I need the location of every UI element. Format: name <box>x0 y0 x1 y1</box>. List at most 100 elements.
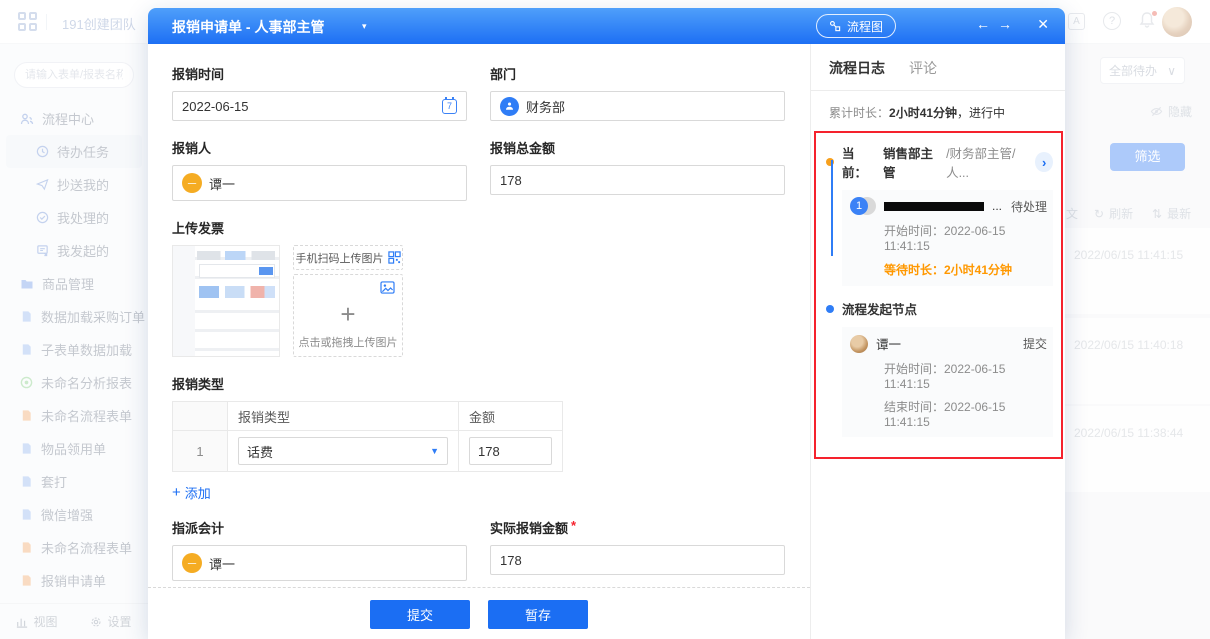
tab-process-log[interactable]: 流程日志 <box>829 58 885 78</box>
start-node-dot <box>826 305 834 313</box>
dropdown-caret-icon: ▼ <box>430 446 439 456</box>
field-label: 报销总金额 <box>490 138 785 157</box>
expense-time-value: 2022-06-15 <box>182 99 249 114</box>
modal-title: 报销申请单 - 人事部主管 <box>172 17 324 37</box>
assignee-avatar-stack: 1 <box>850 197 876 215</box>
applicant-chip: 一 谭一 <box>182 173 235 193</box>
current-role: 销售部主管 <box>883 143 938 181</box>
form-divider <box>148 587 810 588</box>
process-log-panel: 流程日志 评论 累计时长：2小时41分钟，进行中 当前：销售部主管/财务部主管/… <box>810 44 1065 639</box>
index-header <box>173 402 228 430</box>
redacted-ellipsis: ... <box>992 199 1002 213</box>
amount-cell: 178 <box>459 431 562 471</box>
modal-header: 报销申请单 - 人事部主管 ▾ 流程图 ←→ ✕ <box>148 8 1065 44</box>
upload-dropzone[interactable]: + 点击或拖拽上传图片 <box>293 274 403 357</box>
highlighted-log-section: 当前：销售部主管/财务部主管/人... › 1 ... 待处理 开始时间：202… <box>814 131 1063 459</box>
type-header: 报销类型 <box>228 402 459 430</box>
field-accountant: 指派会计 一 谭一 <box>172 518 467 581</box>
expense-type-select[interactable]: 话费 ▼ <box>238 437 448 465</box>
field-actual-amount: 实际报销金额 * 178 <box>490 518 785 581</box>
field-label: 实际报销金额 * <box>490 518 785 537</box>
field-applicant: 报销人 一 谭一 <box>172 138 467 201</box>
log-entry-current: 1 ... 待处理 开始时间：2022-06-15 11:41:15 等待时长：… <box>842 190 1053 286</box>
add-row-button[interactable]: + 添加 <box>172 483 242 502</box>
qr-code-icon <box>388 251 401 264</box>
next-arrow-icon[interactable]: → <box>998 16 1020 32</box>
field-upload-invoice: 上传发票 手机扫码上传图片 + 点击或拖拽上传图片 <box>172 218 785 357</box>
field-label: 指派会计 <box>172 518 467 537</box>
expense-type-table: 报销类型 金额 1 话费 ▼ <box>172 401 563 472</box>
field-department: 部门 财务部 <box>490 64 785 121</box>
field-label: 报销人 <box>172 138 467 157</box>
thumbnail-detail <box>199 264 275 278</box>
flowchart-icon <box>829 20 841 32</box>
applicant-input[interactable]: 一 谭一 <box>172 165 467 201</box>
applicant-avatar: 一 <box>182 173 202 193</box>
current-node-title: 当前：销售部主管/财务部主管/人... › <box>826 143 1053 181</box>
status-pending: 待处理 <box>1011 198 1047 215</box>
row-index: 1 <box>173 431 228 471</box>
modal-body: 报销时间 2022-06-15 7 部门 财务部 <box>148 44 1065 639</box>
amount-header: 金额 <box>459 402 562 430</box>
end-time: 结束时间：2022-06-15 11:41:15 <box>884 398 1047 429</box>
start-time: 开始时间：2022-06-15 11:41:15 <box>884 360 1047 391</box>
image-icon[interactable] <box>380 281 395 299</box>
flowchart-label: 流程图 <box>847 18 883 35</box>
tab-comments[interactable]: 评论 <box>909 58 937 78</box>
department-chip: 财务部 <box>500 97 565 116</box>
current-role-rest: /财务部主管/人... <box>946 143 1027 181</box>
scan-upload-button[interactable]: 手机扫码上传图片 <box>293 245 403 270</box>
expand-chevron-icon[interactable]: › <box>1035 152 1053 172</box>
accountant-avatar: 一 <box>182 553 202 573</box>
department-input[interactable]: 财务部 <box>490 91 785 121</box>
status-submitted: 提交 <box>1023 335 1047 352</box>
flowchart-button[interactable]: 流程图 <box>816 14 896 38</box>
accountant-name: 谭一 <box>209 554 235 573</box>
applicant-name: 谭一 <box>209 174 235 193</box>
form-area: 报销时间 2022-06-15 7 部门 财务部 <box>148 44 810 639</box>
prev-arrow-icon[interactable]: ← <box>976 16 998 32</box>
field-label: 部门 <box>490 64 785 83</box>
expense-form-modal: 报销申请单 - 人事部主管 ▾ 流程图 ←→ ✕ 报销时间 2022-06-15 <box>148 8 1065 639</box>
expense-time-input[interactable]: 2022-06-15 7 <box>172 91 467 121</box>
log-entry-start: 谭一 提交 开始时间：2022-06-15 11:41:15 结束时间：2022… <box>842 327 1053 437</box>
actual-amount-input[interactable]: 178 <box>490 545 785 575</box>
start-node-title: 流程发起节点 <box>826 299 1053 318</box>
wait-duration: 等待时长：2小时41分钟 <box>884 261 1047 278</box>
save-draft-button[interactable]: 暂存 <box>488 600 588 629</box>
expense-type-value: 话费 <box>247 442 273 461</box>
summary-prefix: 累计时长： <box>829 106 889 120</box>
row-amount-input[interactable]: 178 <box>469 437 552 465</box>
accountant-chip: 一 谭一 <box>182 553 235 573</box>
nav-arrows: ←→ <box>976 16 1020 32</box>
invoice-thumbnail[interactable] <box>172 245 280 357</box>
submit-button[interactable]: 提交 <box>370 600 470 629</box>
org-icon <box>500 97 519 116</box>
plus-icon: + <box>172 484 181 501</box>
start-time: 开始时间：2022-06-15 11:41:15 <box>884 222 1047 253</box>
log-summary: 累计时长：2小时41分钟，进行中 <box>829 104 1051 121</box>
required-asterisk: * <box>571 518 576 537</box>
redacted-name <box>884 202 984 211</box>
actual-amount-label: 实际报销金额 <box>490 518 568 537</box>
title-caret-down-icon[interactable]: ▾ <box>362 21 367 32</box>
page: 191创建团队 A ? 流程中心 待办任务 抄送我的 我处理的 我发起的 <box>0 0 1210 639</box>
table-header-row: 报销类型 金额 <box>173 402 562 431</box>
total-amount-input[interactable]: 178 <box>490 165 785 195</box>
calendar-icon[interactable]: 7 <box>442 99 457 114</box>
field-label: 报销时间 <box>172 64 467 83</box>
table-row: 1 话费 ▼ 178 <box>173 431 562 471</box>
upload-column: 手机扫码上传图片 + 点击或拖拽上传图片 <box>293 245 403 357</box>
button-row: 提交 暂存 <box>148 600 810 629</box>
initiator-avatar <box>850 335 868 353</box>
accountant-input[interactable]: 一 谭一 <box>172 545 467 581</box>
type-cell: 话费 ▼ <box>228 431 459 471</box>
field-label: 上传发票 <box>172 218 785 237</box>
close-icon[interactable]: ✕ <box>1037 16 1049 33</box>
scan-upload-label: 手机扫码上传图片 <box>296 250 384 266</box>
field-expense-time: 报销时间 2022-06-15 7 <box>172 64 467 121</box>
field-total-amount: 报销总金额 178 <box>490 138 785 201</box>
field-expense-type: 报销类型 报销类型 金额 1 话费 ▼ <box>172 374 785 502</box>
field-label: 报销类型 <box>172 374 785 393</box>
summary-duration: 2小时41分钟 <box>889 106 957 120</box>
